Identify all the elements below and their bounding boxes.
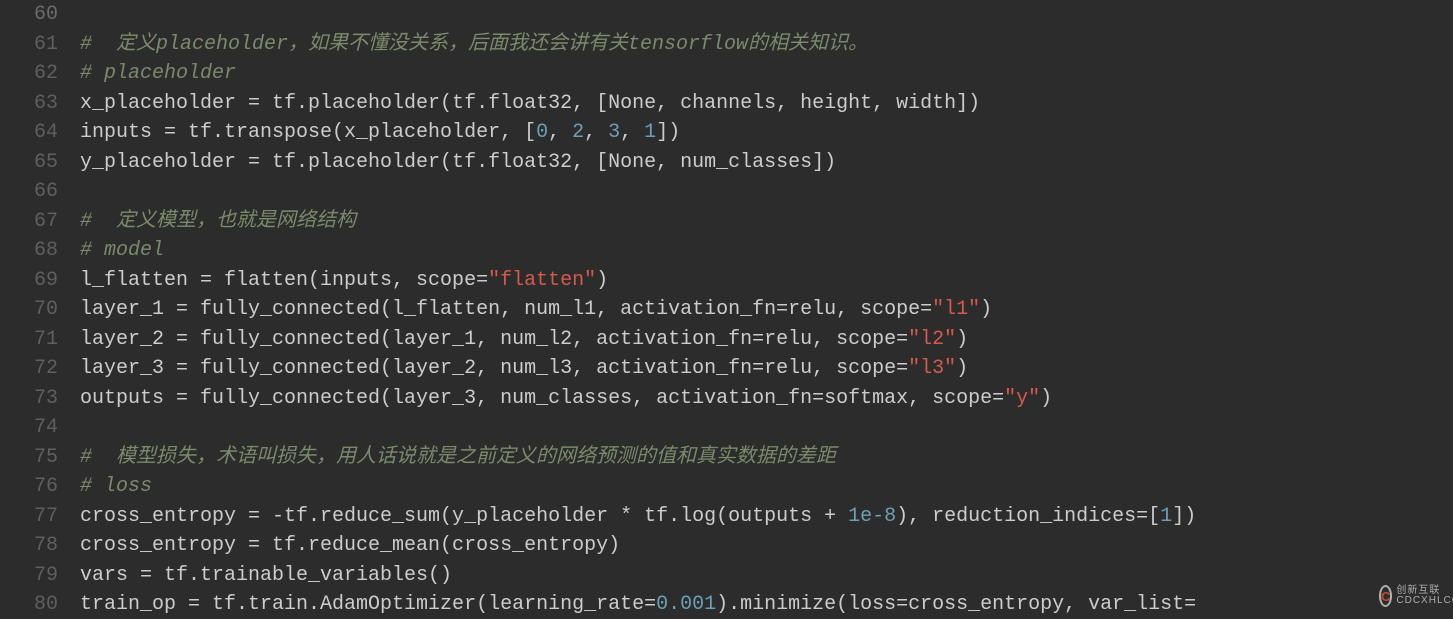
code-token: cross_entropy = tf.reduce_mean(cross_ent… xyxy=(80,534,620,557)
code-line[interactable]: cross_entropy = tf.reduce_mean(cross_ent… xyxy=(80,531,1453,561)
code-line[interactable]: layer_1 = fully_connected(l_flatten, num… xyxy=(80,295,1453,325)
code-line[interactable]: # 定义placeholder，如果不懂没关系，后面我还会讲有关tensorfl… xyxy=(80,30,1453,60)
code-token: "l2" xyxy=(908,328,956,351)
code-line[interactable] xyxy=(80,177,1453,207)
code-line[interactable]: x_placeholder = tf.placeholder(tf.float3… xyxy=(80,89,1453,119)
code-line[interactable]: # model xyxy=(80,236,1453,266)
code-token: x_placeholder = tf.placeholder(tf.float3… xyxy=(80,92,608,115)
code-token: , xyxy=(548,121,572,144)
code-token: ) xyxy=(956,357,968,380)
code-area[interactable]: # 定义placeholder，如果不懂没关系，后面我还会讲有关tensorfl… xyxy=(68,0,1453,619)
line-number: 76 xyxy=(0,472,58,502)
code-token: vars = tf.trainable_variables() xyxy=(80,564,452,587)
code-token: # 定义模型，也就是网络结构 xyxy=(80,210,356,233)
line-number: 61 xyxy=(0,30,58,60)
code-token: "y" xyxy=(1004,387,1040,410)
line-number-gutter: 6061626364656667686970717273747576777879… xyxy=(0,0,68,619)
line-number: 78 xyxy=(0,531,58,561)
code-line[interactable]: layer_2 = fully_connected(layer_1, num_l… xyxy=(80,325,1453,355)
code-token: , xyxy=(620,121,644,144)
code-token: None xyxy=(608,151,656,174)
code-token: ) xyxy=(980,298,992,321)
code-token: l_flatten = flatten(inputs, scope= xyxy=(80,269,488,292)
code-token: "l3" xyxy=(908,357,956,380)
code-token: # model xyxy=(80,239,164,262)
line-number: 65 xyxy=(0,148,58,178)
code-token: inputs = tf.transpose(x_placeholder, [ xyxy=(80,121,536,144)
code-token: 1 xyxy=(644,121,656,144)
code-token: , xyxy=(584,121,608,144)
line-number: 66 xyxy=(0,177,58,207)
code-line[interactable]: l_flatten = flatten(inputs, scope="flatt… xyxy=(80,266,1453,296)
line-number: 79 xyxy=(0,561,58,591)
code-token: layer_2 = fully_connected(layer_1, num_l… xyxy=(80,328,908,351)
line-number: 67 xyxy=(0,207,58,237)
code-line[interactable]: cross_entropy = -tf.reduce_sum(y_placeho… xyxy=(80,502,1453,532)
code-token: , channels, height, width]) xyxy=(656,92,980,115)
code-line[interactable]: layer_3 = fully_connected(layer_2, num_l… xyxy=(80,354,1453,384)
code-line[interactable]: train_op = tf.train.AdamOptimizer(learni… xyxy=(80,590,1453,619)
code-token: "l1" xyxy=(932,298,980,321)
line-number: 68 xyxy=(0,236,58,266)
line-number: 74 xyxy=(0,413,58,443)
code-line[interactable]: vars = tf.trainable_variables() xyxy=(80,561,1453,591)
code-line[interactable]: # loss xyxy=(80,472,1453,502)
code-line[interactable]: # 定义模型，也就是网络结构 xyxy=(80,207,1453,237)
line-number: 63 xyxy=(0,89,58,119)
code-token: # 模型损失，术语叫损失，用人话说就是之前定义的网络预测的值和真实数据的差距 xyxy=(80,446,836,469)
line-number: 70 xyxy=(0,295,58,325)
code-token: y_placeholder = tf.placeholder(tf.float3… xyxy=(80,151,608,174)
code-token: ).minimize(loss=cross_entropy, var_list= xyxy=(716,593,1196,616)
line-number: 73 xyxy=(0,384,58,414)
code-token: 0.001 xyxy=(656,593,716,616)
code-line[interactable]: inputs = tf.transpose(x_placeholder, [0,… xyxy=(80,118,1453,148)
code-token: # 定义placeholder，如果不懂没关系，后面我还会讲有关tensorfl… xyxy=(80,33,868,56)
code-line[interactable]: outputs = fully_connected(layer_3, num_c… xyxy=(80,384,1453,414)
code-token: ), reduction_indices=[ xyxy=(896,505,1160,528)
code-token: ) xyxy=(1040,387,1052,410)
code-editor[interactable]: 6061626364656667686970717273747576777879… xyxy=(0,0,1453,619)
code-token: ]) xyxy=(656,121,680,144)
code-token: 0 xyxy=(536,121,548,144)
line-number: 77 xyxy=(0,502,58,532)
code-line[interactable]: # 模型损失，术语叫损失，用人话说就是之前定义的网络预测的值和真实数据的差距 xyxy=(80,443,1453,473)
line-number: 72 xyxy=(0,354,58,384)
code-token: ) xyxy=(956,328,968,351)
code-token: ]) xyxy=(1172,505,1196,528)
code-token: layer_3 = fully_connected(layer_2, num_l… xyxy=(80,357,908,380)
code-token: cross_entropy = -tf.reduce_sum(y_placeho… xyxy=(80,505,848,528)
code-line[interactable] xyxy=(80,413,1453,443)
line-number: 71 xyxy=(0,325,58,355)
code-token: ) xyxy=(596,269,608,292)
code-line[interactable]: y_placeholder = tf.placeholder(tf.float3… xyxy=(80,148,1453,178)
line-number: 80 xyxy=(0,590,58,619)
code-token: outputs = fully_connected(layer_3, num_c… xyxy=(80,387,1004,410)
code-token: train_op = tf.train.AdamOptimizer(learni… xyxy=(80,593,656,616)
line-number: 64 xyxy=(0,118,58,148)
line-number: 75 xyxy=(0,443,58,473)
code-token: "flatten" xyxy=(488,269,596,292)
code-token: 1 xyxy=(1160,505,1172,528)
code-token: None xyxy=(608,92,656,115)
code-token: 3 xyxy=(608,121,620,144)
line-number: 62 xyxy=(0,59,58,89)
code-token: 2 xyxy=(572,121,584,144)
code-token: , num_classes]) xyxy=(656,151,836,174)
line-number: 69 xyxy=(0,266,58,296)
code-line[interactable] xyxy=(80,0,1453,30)
code-line[interactable]: # placeholder xyxy=(80,59,1453,89)
line-number: 60 xyxy=(0,0,58,30)
code-token: # placeholder xyxy=(80,62,236,85)
code-token: layer_1 = fully_connected(l_flatten, num… xyxy=(80,298,932,321)
code-token: 1e-8 xyxy=(848,505,896,528)
code-token: # loss xyxy=(80,475,152,498)
